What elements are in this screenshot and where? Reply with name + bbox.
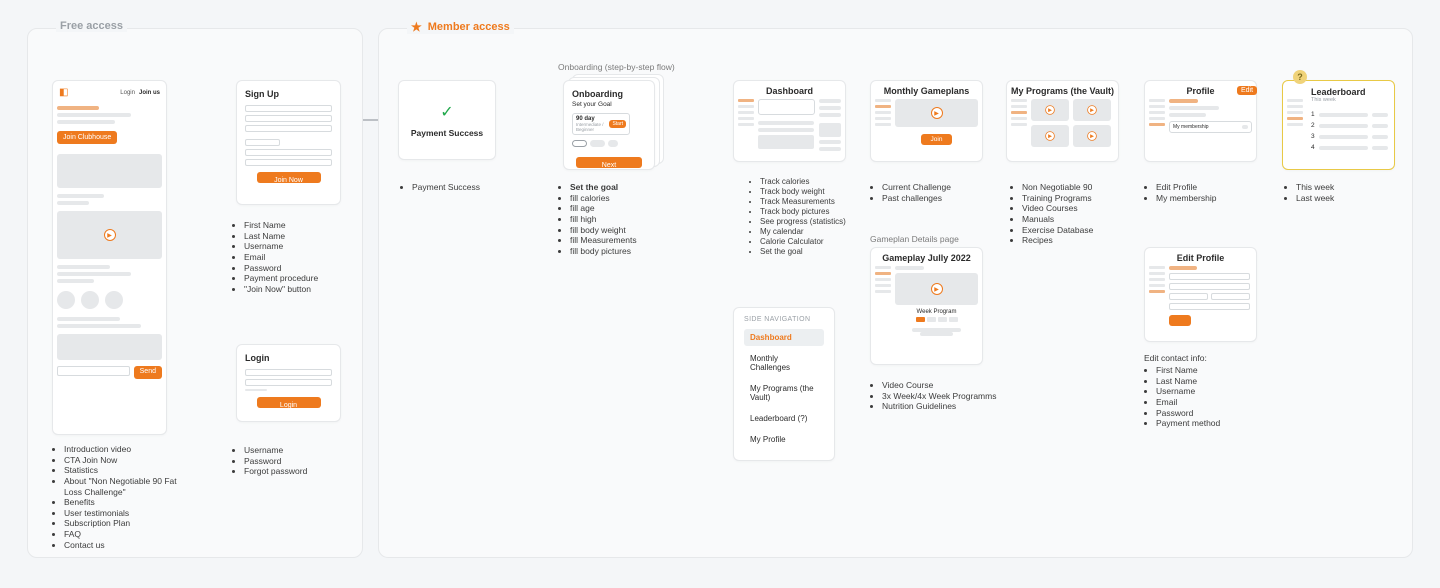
landing-login-link[interactable]: Login: [120, 90, 135, 96]
sidenav-item-profile[interactable]: My Profile: [744, 431, 824, 448]
card-login: Login Login: [236, 344, 341, 422]
play-icon[interactable]: ▶: [931, 283, 943, 295]
card-onboarding: Onboarding Set your Goal 90 day Intermed…: [563, 80, 655, 170]
card-payment-success: ✓ Payment Success: [398, 80, 496, 160]
signup-bullet-list: First Name Last Name Username Email Pass…: [232, 220, 318, 294]
edit-profile-title: Edit Profile: [1145, 248, 1256, 263]
edit-profile-annot: Edit contact info:: [1144, 353, 1207, 363]
section-member-text: Member access: [428, 21, 510, 33]
gameplan-detail-bullet-list: Video Course 3x Week/4x Week Programms N…: [870, 380, 996, 412]
card-leaderboard: Leaderboard This week 1 2 3 4: [1282, 80, 1395, 170]
gameplans-title: Monthly Gameplans: [871, 81, 982, 96]
onboarding-annotation: Onboarding (step-by-step flow): [558, 62, 675, 72]
profile-bullet-list: Edit Profile My membership: [1144, 182, 1216, 203]
dashboard-title: Dashboard: [734, 81, 845, 96]
sidenav-item-leaderboard[interactable]: Leaderboard (?): [744, 410, 824, 427]
leaderboard-title: Leaderboard: [1311, 87, 1394, 97]
landing-send-button[interactable]: Send: [134, 366, 162, 379]
gameplans-bullet-list: Current Challenge Past challenges: [870, 182, 951, 203]
play-icon[interactable]: ▶: [104, 229, 116, 241]
landing-cta-button[interactable]: Join Clubhouse: [57, 131, 117, 144]
landing-joinus-link[interactable]: Join us: [139, 90, 160, 96]
card-edit-profile: Edit Profile: [1144, 247, 1257, 342]
play-icon[interactable]: ▶: [1087, 131, 1097, 141]
card-landing: ◧ Login Join us Join Clubhouse ▶ Send: [52, 80, 167, 435]
login-bullet-list: Username Password Forgot password: [232, 445, 307, 477]
leaderboard-bullet-list: This week Last week: [1284, 182, 1334, 203]
edit-profile-save-button[interactable]: [1169, 315, 1191, 326]
gameplan-detail-annot: Gameplan Details page: [870, 234, 959, 244]
star-icon: ★: [411, 20, 422, 34]
play-icon[interactable]: ▶: [1045, 105, 1055, 115]
dashboard-bullet-list: Track calories Track body weight Track M…: [748, 177, 846, 257]
payment-bullet-list: Payment Success: [400, 182, 480, 193]
programs-title: My Programs (the Vault): [1007, 81, 1118, 96]
card-programs: My Programs (the Vault) ▶ ▶ ▶ ▶: [1006, 80, 1119, 162]
sidenav-item-dashboard[interactable]: Dashboard: [744, 329, 824, 346]
onboarding-start-button[interactable]: Start: [609, 120, 626, 128]
onboarding-bullet-list: Set the goal fill calories fill age fill…: [558, 182, 637, 256]
play-icon[interactable]: ▶: [1045, 131, 1055, 141]
payment-success-title: Payment Success: [411, 128, 483, 138]
login-title: Login: [245, 353, 332, 363]
gameplan-detail-title: Gameplay Jully 2022: [871, 248, 982, 263]
card-gameplan-detail: Gameplay Jully 2022 ▶ Week Program: [870, 247, 983, 365]
brand-logo-icon: ◧: [59, 87, 68, 98]
signup-title: Sign Up: [245, 89, 332, 99]
card-sidenav: SIDE NAVIGATION Dashboard Monthly Challe…: [733, 307, 835, 461]
signup-join-button[interactable]: Join Now: [257, 172, 321, 183]
checkmark-icon: ✓: [440, 102, 453, 122]
login-button[interactable]: Login: [257, 397, 321, 408]
sidenav-item-monthly[interactable]: Monthly Challenges: [744, 350, 824, 376]
section-free-label: Free access: [56, 20, 127, 32]
onboarding-subtitle: Set your Goal: [572, 101, 646, 108]
onboarding-next-button[interactable]: Next: [576, 157, 642, 168]
play-icon[interactable]: ▶: [931, 107, 943, 119]
programs-bullet-list: Non Negotiable 90 Training Programs Vide…: [1010, 182, 1093, 246]
sidenav-header: SIDE NAVIGATION: [744, 316, 824, 323]
edit-profile-bullet-list: First Name Last Name Username Email Pass…: [1144, 365, 1220, 429]
profile-edit-badge[interactable]: Edit: [1237, 86, 1257, 95]
gameplans-join-button[interactable]: Join: [921, 134, 953, 145]
question-marker-icon: ?: [1293, 70, 1307, 84]
section-member-label: ★ Member access: [407, 20, 514, 34]
card-gameplans: Monthly Gameplans ▶ Join: [870, 80, 983, 162]
onboarding-title: Onboarding: [572, 89, 646, 99]
sidenav-item-programs[interactable]: My Programs (the Vault): [744, 380, 824, 406]
card-signup: Sign Up Join Now: [236, 80, 341, 205]
landing-bullet-list: Introduction video CTA Join Now Statisti…: [52, 444, 182, 550]
card-dashboard: Dashboard: [733, 80, 846, 162]
play-icon[interactable]: ▶: [1087, 105, 1097, 115]
